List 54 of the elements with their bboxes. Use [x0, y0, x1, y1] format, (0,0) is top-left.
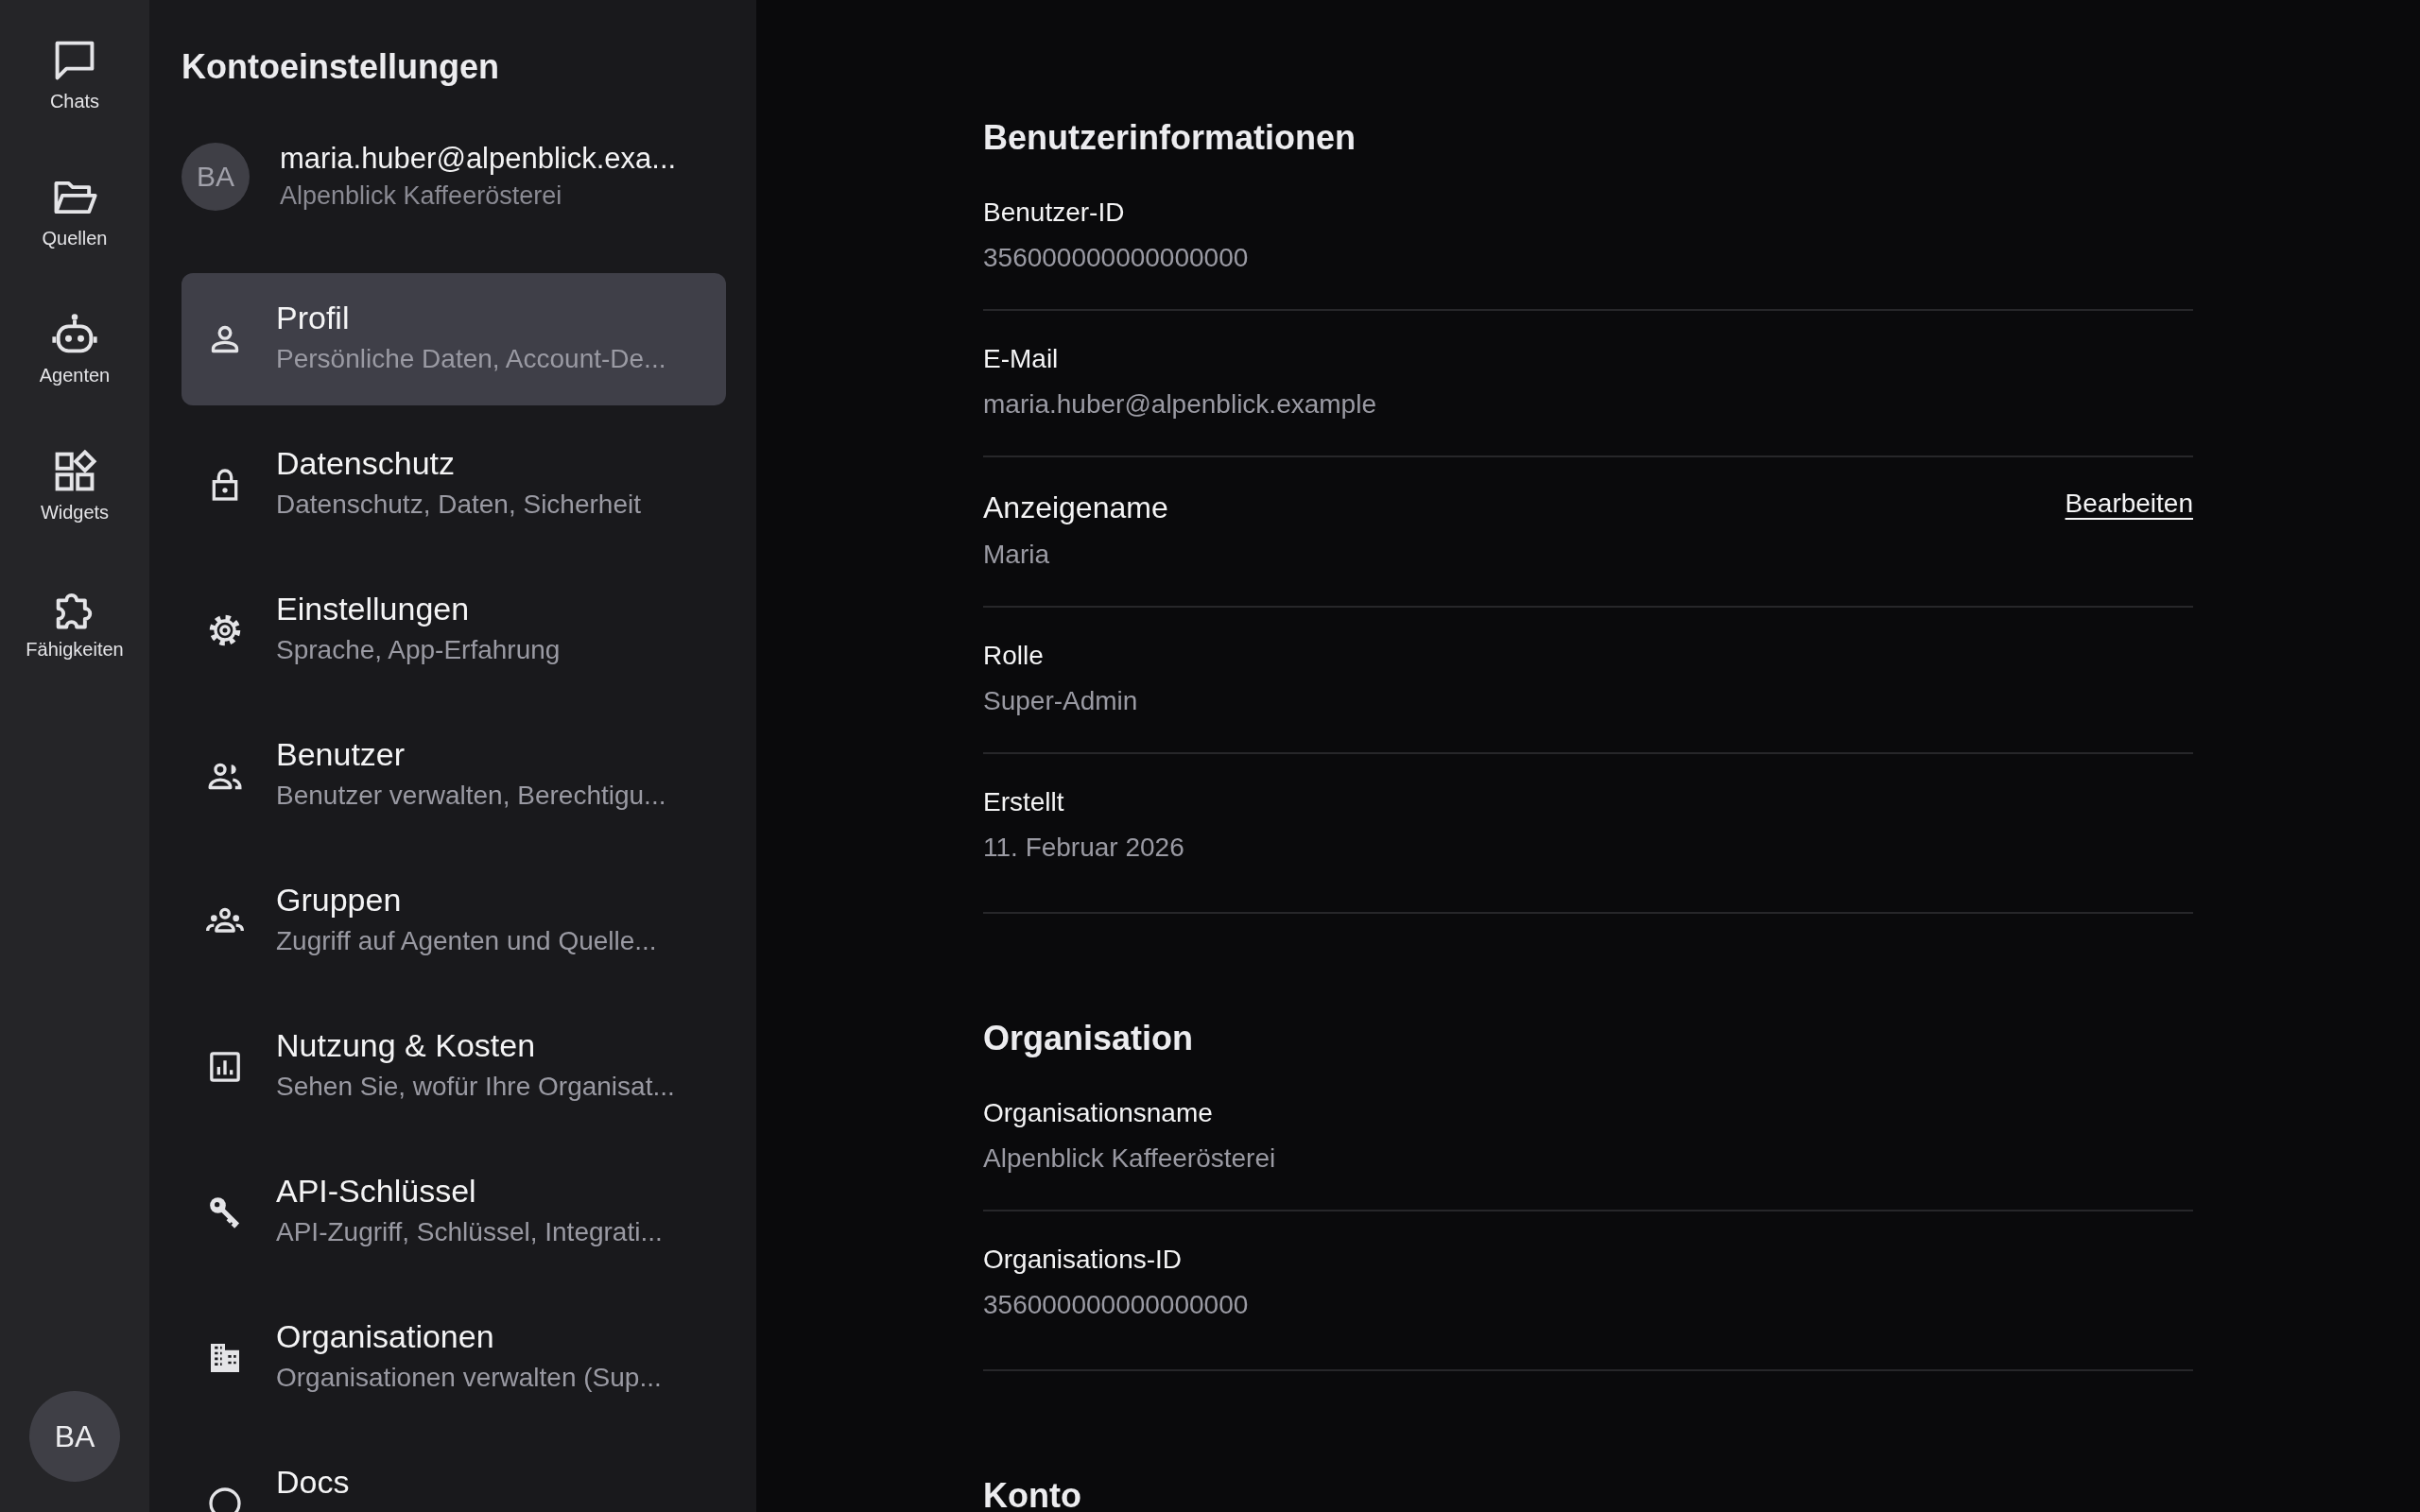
account-email: maria.huber@alpenblick.exa... [280, 142, 677, 176]
nav-item-title: Docs [276, 1464, 350, 1501]
nav-item[interactable]: Benutzer Benutzer verwalten, Berechtigu... [182, 710, 726, 842]
sidebar-title: Kontoeinstellungen [182, 47, 500, 87]
rail-nav-button[interactable]: Agenten [39, 310, 111, 387]
nav-item[interactable]: Einstellungen Sprache, App-Erfahrung [182, 564, 726, 696]
nav-item[interactable]: API-Schlüssel API-Zugriff, Schlüssel, Integrati... [182, 1146, 726, 1279]
nav-item-title: Datenschutz [276, 445, 456, 482]
nav-item-title: Einstellungen [276, 591, 471, 627]
field-label: Rolle [983, 640, 1045, 672]
user-avatar[interactable]: BA [29, 1391, 120, 1482]
nav-item-subtitle: API-Zugriff, Schlüssel, Integrati... [276, 1217, 663, 1247]
field-value: Super-Admin [983, 685, 1138, 717]
nav-item[interactable]: Nutzung & Kosten Sehen Sie, wofür Ihre Organisat... [182, 1001, 726, 1133]
field-value: Maria [983, 539, 1050, 571]
nav-item-subtitle: Datenschutz, Daten, Sicherheit [276, 490, 641, 520]
edit-link[interactable]: Bearbeiten [2065, 489, 2193, 519]
rail-nav-button[interactable]: Chats [49, 36, 100, 112]
field-value: 11. Februar 2026 [983, 832, 1184, 864]
nav-item-title: Profil [276, 300, 351, 336]
field-value: Alpenblick Kaffeerösterei [983, 1143, 1276, 1175]
nav-item-title: Nutzung & Kosten [276, 1027, 537, 1064]
nav-item-title: Benutzer [276, 736, 406, 773]
field-value: maria.huber@alpenblick.example [983, 388, 1376, 421]
field-label: Benutzer-ID [983, 197, 1126, 229]
field-label: Organisationsname [983, 1097, 1214, 1129]
section-heading: Organisation [983, 1018, 1195, 1059]
nav-item-subtitle: Benutzer verwalten, Berechtigu... [276, 781, 666, 811]
nav-item-subtitle: Organisationen verwalten (Sup... [276, 1363, 662, 1393]
nav-item-subtitle: Sehen Sie, wofür Ihre Organisat... [276, 1072, 675, 1102]
section-heading: Benutzerinformationen [983, 117, 1357, 159]
field-label: Organisations-ID [983, 1244, 1184, 1276]
nav-item-title: Gruppen [276, 882, 403, 919]
nav-item-subtitle: Persönliche Daten, Account-De... [276, 344, 666, 374]
field-label: E-Mail [983, 343, 1060, 375]
account-organization: Alpenblick Kaffeerösterei [280, 181, 563, 211]
field-label: Anzeigename [983, 490, 1168, 526]
nav-item[interactable]: Gruppen Zugriff auf Agenten und Quelle... [182, 855, 726, 988]
rail-nav-button[interactable]: Fähigkeiten [26, 584, 124, 661]
nav-item-subtitle: Sprache, App-Erfahrung [276, 635, 561, 665]
nav-item-subtitle: Zugriff auf Agenten und Quelle... [276, 926, 657, 956]
field-value: 356000000000000000 [983, 242, 1249, 274]
nav-item[interactable]: Datenschutz Datenschutz, Daten, Sicherheit [182, 419, 726, 551]
nav-item[interactable]: Profil Persönliche Daten, Account-De... [182, 273, 726, 405]
nav-item[interactable]: Organisationen Organisationen verwalten (Sup... [182, 1292, 726, 1424]
rail-nav-button[interactable]: Widgets [40, 447, 110, 524]
rail-nav-button[interactable]: Quellen [42, 173, 108, 249]
account-avatar: BA [182, 142, 250, 211]
field-value: 356000000000000000 [983, 1289, 1249, 1321]
section-heading: Konto [983, 1475, 1082, 1512]
nav-item[interactable]: Docs [182, 1437, 726, 1512]
field-label: Erstellt [983, 786, 1065, 818]
nav-item-title: API-Schlüssel [276, 1173, 477, 1210]
nav-item-title: Organisationen [276, 1318, 495, 1355]
